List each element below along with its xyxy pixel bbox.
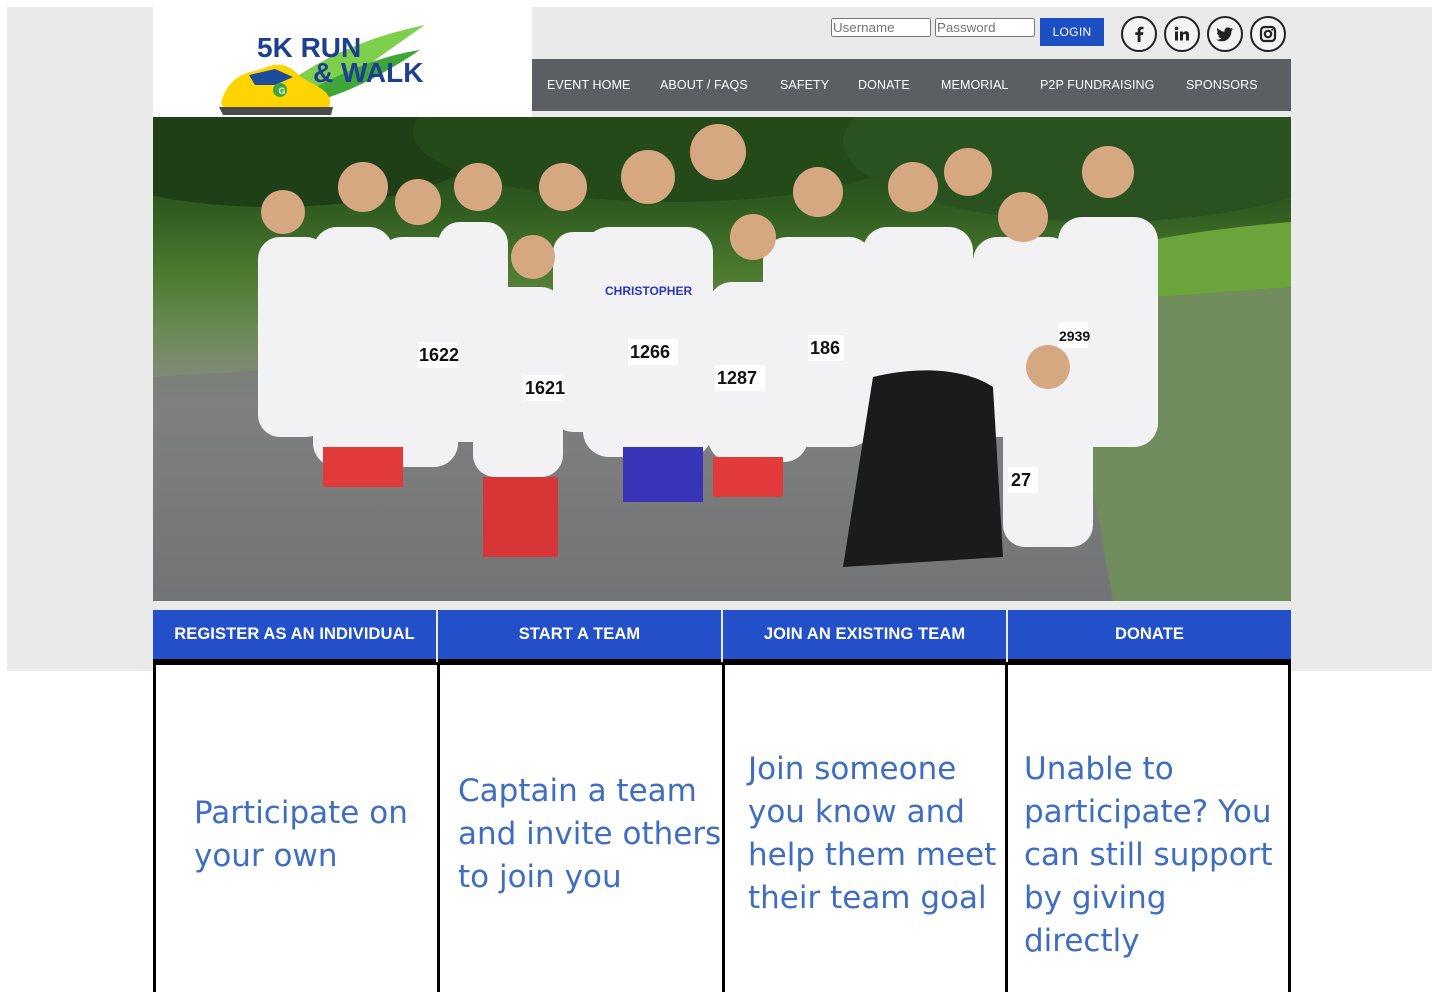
bib-1266: 1266 — [630, 342, 670, 362]
nav-safety[interactable]: SAFETY — [780, 78, 829, 92]
logo-line-2: & WALK — [313, 57, 423, 88]
nav-memorial[interactable]: MEMORIAL — [941, 78, 1008, 92]
shirt-text: CHRISTOPHER — [605, 284, 692, 298]
nav-about-faqs[interactable]: ABOUT / FAQS — [660, 78, 748, 92]
twitter-icon[interactable] — [1207, 16, 1243, 52]
donate-tab[interactable]: DONATE — [1008, 610, 1291, 662]
card-register-individual[interactable]: Participate on your own — [153, 662, 440, 992]
bib-186: 186 — [810, 338, 840, 358]
username-input[interactable] — [831, 18, 931, 37]
action-tabs: REGISTER AS AN INDIVIDUAL START A TEAM J… — [153, 610, 1291, 662]
nav-event-home[interactable]: EVENT HOME — [547, 78, 630, 92]
bib-2939: 2939 — [1059, 328, 1090, 344]
card-start-team[interactable]: Captain a team and invite others to join… — [437, 662, 725, 992]
card-join-team[interactable]: Join someone you know and help them meet… — [722, 662, 1008, 992]
card-description: Join someone you know and help them meet… — [748, 751, 997, 916]
nav-donate[interactable]: DONATE — [858, 78, 910, 92]
facebook-icon[interactable] — [1121, 16, 1157, 52]
site-header: G 5K RUN & WALK LOGIN EVENT HOME ABOUT /… — [153, 7, 1291, 607]
hero-photo: 1622 1266 1287 186 1621 2939 27 CHRISTOP… — [153, 117, 1291, 601]
logo-area[interactable]: G 5K RUN & WALK — [153, 7, 532, 124]
join-team-tab[interactable]: JOIN AN EXISTING TEAM — [723, 610, 1006, 662]
nav-sponsors[interactable]: SPONSORS — [1186, 78, 1258, 92]
bib-27: 27 — [1011, 470, 1031, 490]
card-description: Participate on your own — [194, 795, 408, 874]
instagram-icon[interactable] — [1250, 16, 1286, 52]
nav-p2p-fundraising[interactable]: P2P FUNDRAISING — [1040, 78, 1155, 92]
logo-shoe-icon: G 5K RUN & WALK — [219, 25, 425, 115]
card-donate[interactable]: Unable to participate? You can still sup… — [1005, 662, 1291, 992]
card-description: Unable to participate? You can still sup… — [1024, 751, 1273, 959]
linkedin-icon[interactable] — [1164, 16, 1200, 52]
start-team-tab[interactable]: START A TEAM — [438, 610, 721, 662]
register-individual-tab[interactable]: REGISTER AS AN INDIVIDUAL — [153, 610, 436, 662]
bib-1621: 1621 — [525, 378, 565, 398]
bib-1622: 1622 — [419, 345, 459, 365]
password-input[interactable] — [935, 18, 1035, 37]
bib-1287: 1287 — [717, 368, 757, 388]
login-button[interactable]: LOGIN — [1040, 18, 1104, 46]
main-nav: EVENT HOME ABOUT / FAQS SAFETY DONATE ME… — [532, 59, 1291, 111]
svg-text:G: G — [278, 86, 285, 96]
card-description: Captain a team and invite others to join… — [458, 773, 722, 895]
